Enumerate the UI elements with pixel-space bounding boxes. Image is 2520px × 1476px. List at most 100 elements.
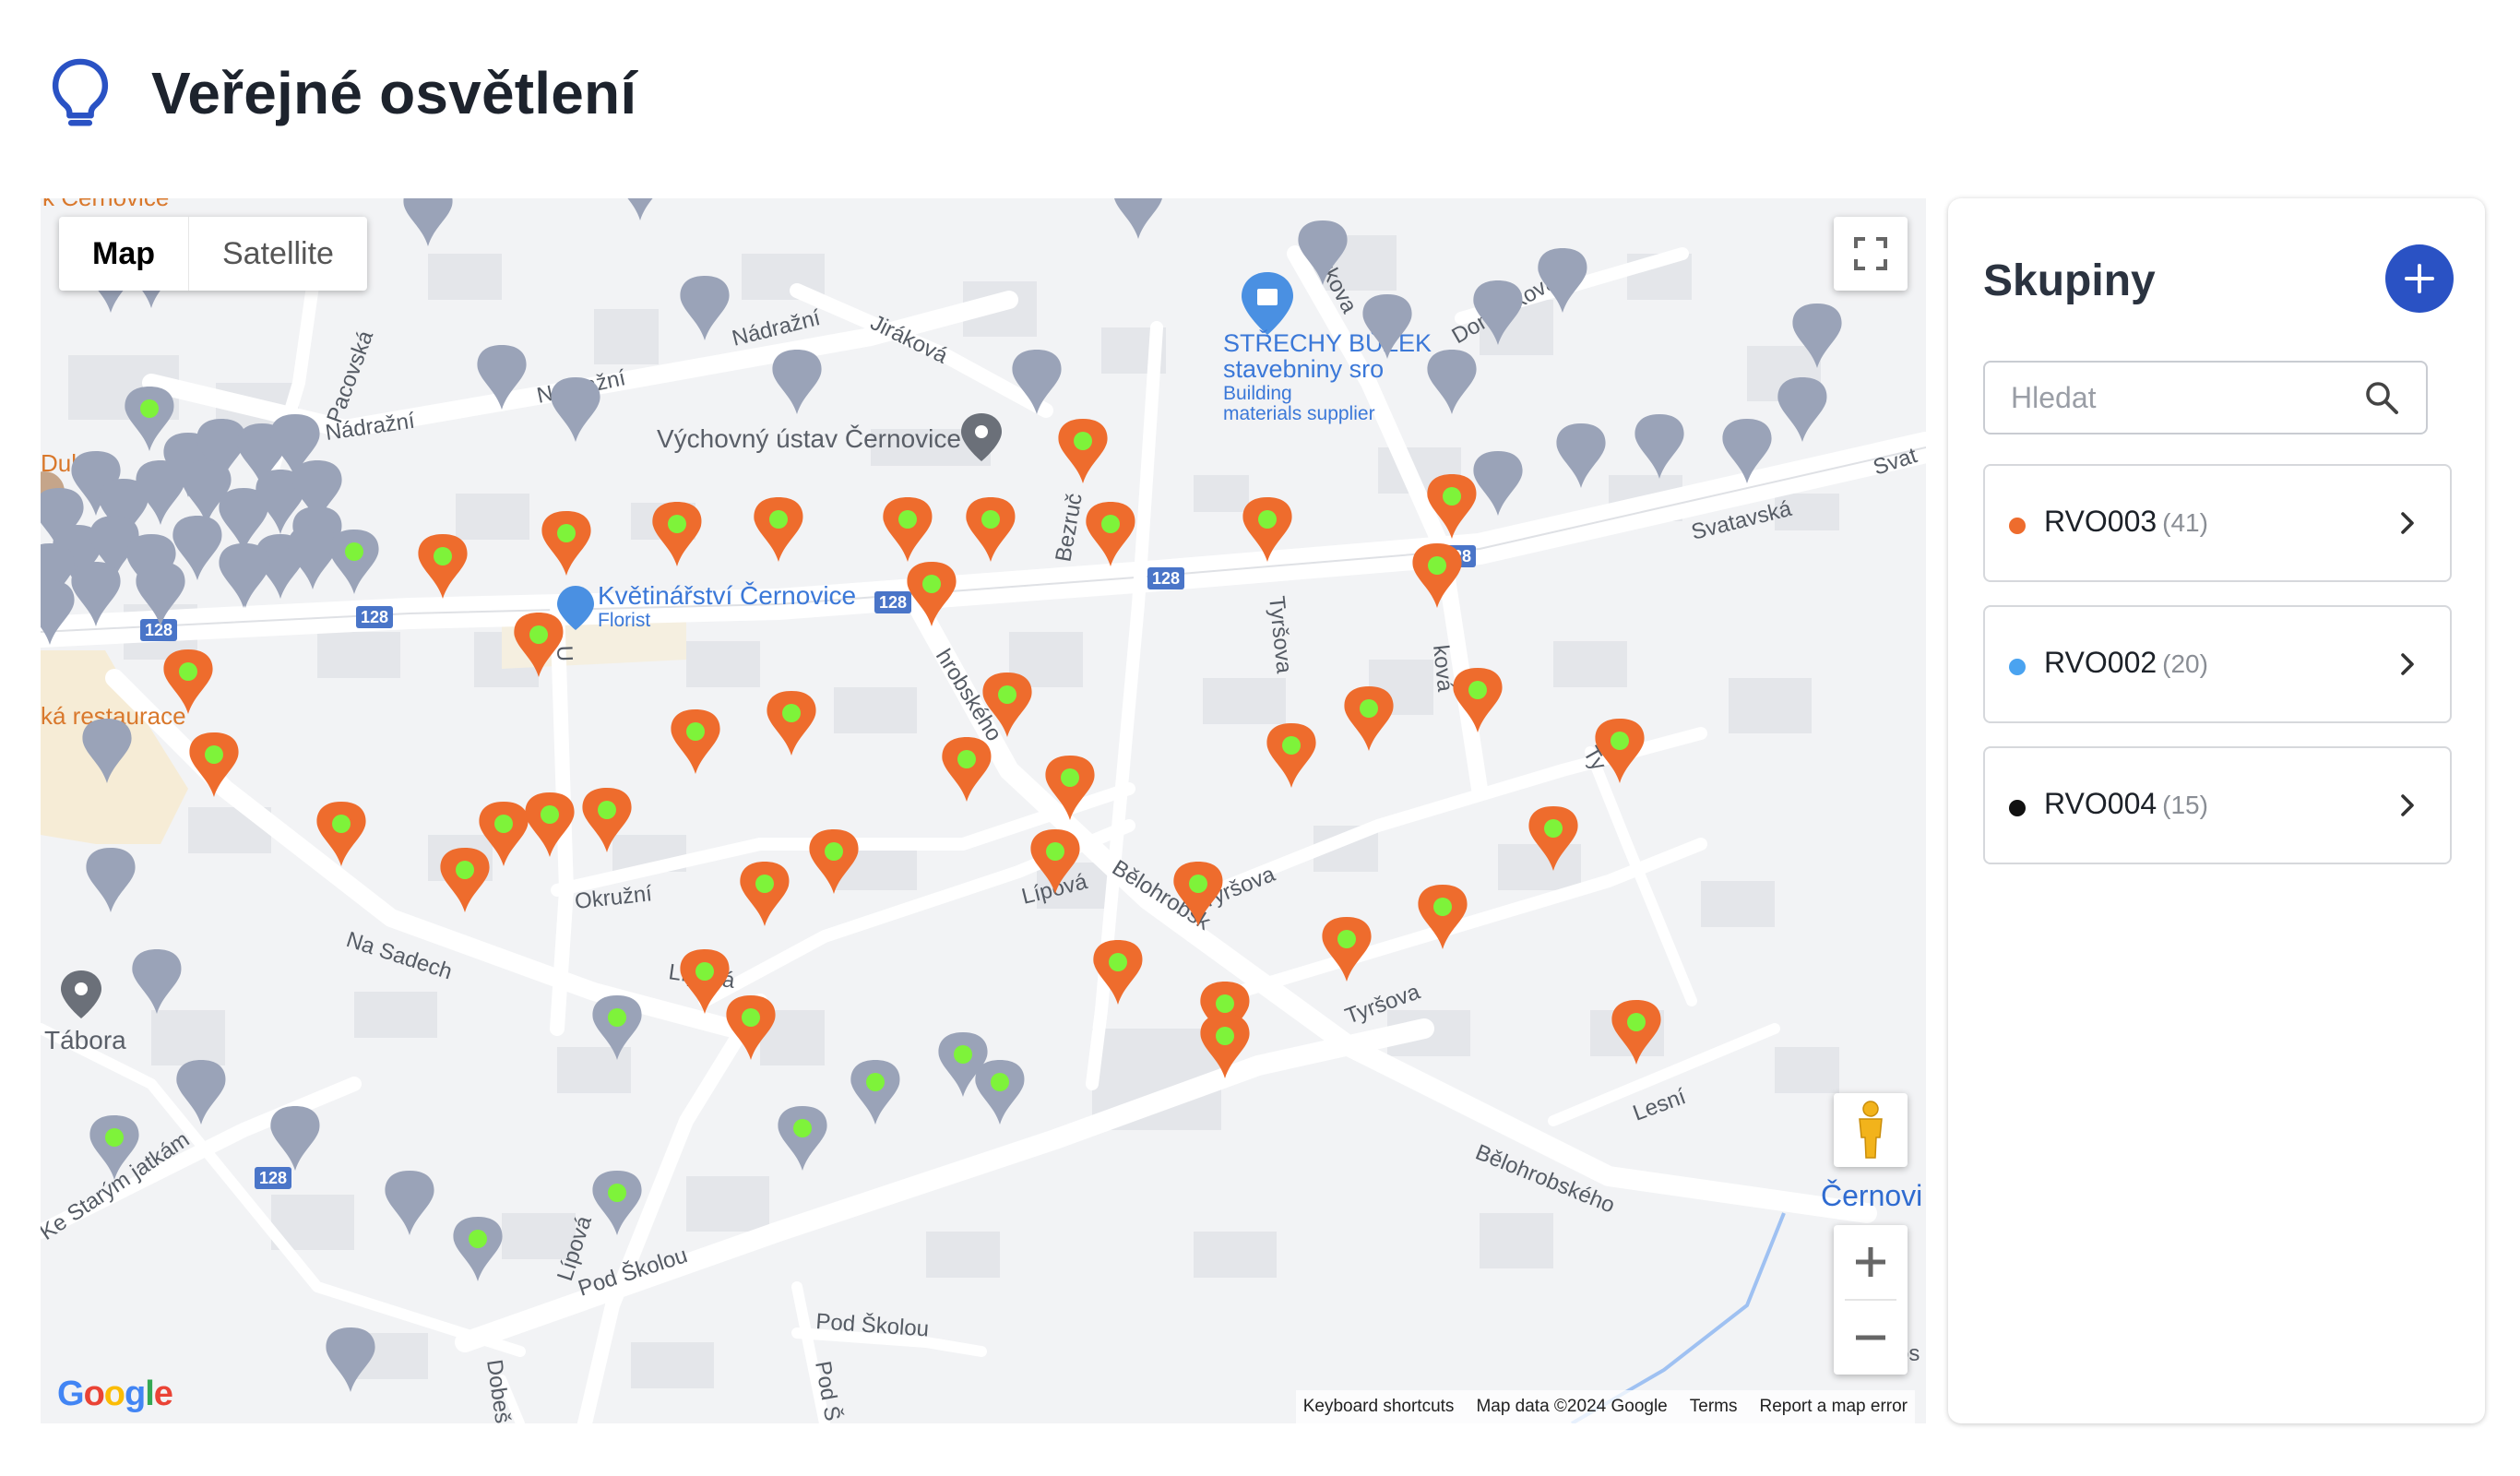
light-marker[interactable] (767, 691, 816, 756)
light-marker-pin[interactable] (176, 1060, 226, 1125)
light-marker-pin[interactable] (592, 1171, 642, 1235)
light-marker[interactable] (778, 1106, 827, 1171)
fullscreen-button[interactable] (1834, 217, 1908, 291)
light-marker[interactable] (1473, 451, 1523, 516)
light-marker-pin[interactable] (1266, 723, 1316, 788)
light-marker-pin[interactable] (652, 502, 702, 566)
map-type-satellite-button[interactable]: Satellite (189, 217, 367, 291)
light-marker-pin[interactable] (850, 1060, 900, 1125)
light-marker[interactable] (551, 377, 600, 442)
light-marker-pin[interactable] (975, 1060, 1025, 1125)
light-marker-pin[interactable] (680, 949, 730, 1014)
light-marker-pin[interactable] (740, 862, 790, 926)
group-item-rvo004[interactable]: RVO004 (15) (1983, 746, 2452, 864)
light-marker-pin[interactable] (778, 1106, 827, 1171)
light-marker[interactable] (1113, 198, 1162, 239)
light-marker-pin[interactable] (326, 1327, 375, 1392)
keyboard-shortcuts-link[interactable]: Keyboard shortcuts (1303, 1397, 1455, 1417)
light-marker-pin[interactable] (329, 530, 379, 594)
light-marker-pin[interactable] (270, 1106, 320, 1171)
add-group-button[interactable] (2385, 244, 2454, 313)
light-marker[interactable] (385, 1171, 434, 1235)
report-error-link[interactable]: Report a map error (1759, 1397, 1908, 1417)
light-marker[interactable] (883, 497, 933, 562)
light-marker-pin[interactable] (136, 460, 185, 525)
light-marker-pin[interactable] (1556, 423, 1606, 488)
light-marker[interactable] (680, 949, 730, 1014)
light-marker-pin[interactable] (1427, 350, 1477, 414)
light-marker[interactable] (1058, 419, 1108, 483)
light-marker[interactable] (652, 502, 702, 566)
light-marker-pin[interactable] (453, 1217, 503, 1281)
light-marker[interactable] (671, 709, 720, 774)
light-marker[interactable] (680, 276, 730, 340)
light-marker[interactable] (125, 387, 174, 451)
light-marker[interactable] (440, 848, 490, 912)
light-marker[interactable] (176, 1060, 226, 1125)
light-marker[interactable] (1344, 686, 1394, 751)
light-marker-pin[interactable] (1113, 198, 1162, 239)
light-marker[interactable] (453, 1217, 503, 1281)
light-marker[interactable] (592, 1171, 642, 1235)
light-marker-pin[interactable] (1634, 414, 1684, 479)
light-marker[interactable] (1086, 502, 1135, 566)
light-marker[interactable] (740, 862, 790, 926)
map-view[interactable]: 128 128 128 128 128 128 Nádražní Nádražn… (41, 198, 1926, 1423)
light-marker[interactable] (966, 497, 1016, 562)
light-marker-pin[interactable] (288, 525, 338, 589)
light-marker[interactable] (132, 949, 182, 1014)
light-marker[interactable] (1556, 423, 1606, 488)
light-marker[interactable] (136, 460, 185, 525)
light-marker[interactable] (1634, 414, 1684, 479)
light-marker[interactable] (326, 1327, 375, 1392)
light-marker-pin[interactable] (220, 543, 270, 608)
light-marker-pin[interactable] (418, 534, 468, 599)
light-marker-pin[interactable] (671, 709, 720, 774)
light-marker[interactable] (288, 525, 338, 589)
light-marker-pin[interactable] (541, 511, 591, 576)
light-marker[interactable] (86, 848, 136, 912)
light-marker[interactable] (270, 1106, 320, 1171)
light-marker-pin[interactable] (403, 198, 453, 246)
zoom-in-button[interactable] (1834, 1225, 1908, 1299)
light-marker[interactable] (541, 511, 591, 576)
search-input[interactable] (1985, 363, 2354, 433)
light-marker[interactable] (772, 350, 822, 414)
light-marker-pin[interactable] (772, 350, 822, 414)
light-marker-pin[interactable] (1344, 686, 1394, 751)
group-item-rvo003[interactable]: RVO003 (41) (1983, 464, 2452, 582)
light-marker[interactable] (1427, 350, 1477, 414)
light-marker-pin[interactable] (440, 848, 490, 912)
light-marker[interactable] (1453, 668, 1503, 732)
light-marker-pin[interactable] (132, 949, 182, 1014)
light-marker[interactable] (220, 543, 270, 608)
light-marker[interactable] (329, 530, 379, 594)
light-marker-pin[interactable] (1322, 917, 1372, 982)
light-marker[interactable] (754, 497, 803, 562)
light-marker[interactable] (850, 1060, 900, 1125)
light-marker[interactable] (615, 198, 664, 220)
light-marker-pin[interactable] (942, 737, 992, 802)
light-marker[interactable] (1322, 917, 1372, 982)
light-marker-pin[interactable] (1453, 668, 1503, 732)
light-marker-pin[interactable] (1473, 451, 1523, 516)
light-marker-pin[interactable] (680, 276, 730, 340)
terms-link[interactable]: Terms (1690, 1397, 1738, 1417)
light-marker[interactable] (942, 737, 992, 802)
light-marker-pin[interactable] (1777, 377, 1827, 442)
search-icon[interactable] (2363, 379, 2400, 416)
street-view-button[interactable] (1834, 1093, 1908, 1167)
light-marker-pin[interactable] (754, 497, 803, 562)
light-marker-pin[interactable] (615, 198, 664, 220)
light-marker[interactable] (975, 1060, 1025, 1125)
light-marker-pin[interactable] (1086, 502, 1135, 566)
light-marker-pin[interactable] (767, 691, 816, 756)
map-type-map-button[interactable]: Map (59, 217, 189, 291)
light-marker-pin[interactable] (551, 377, 600, 442)
map-canvas[interactable]: 128 128 128 128 128 128 Nádražní Nádražn… (41, 198, 1926, 1423)
light-marker-pin[interactable] (883, 497, 933, 562)
light-marker[interactable] (1777, 377, 1827, 442)
light-marker[interactable] (418, 534, 468, 599)
light-marker-pin[interactable] (385, 1171, 434, 1235)
light-marker[interactable] (403, 198, 453, 246)
